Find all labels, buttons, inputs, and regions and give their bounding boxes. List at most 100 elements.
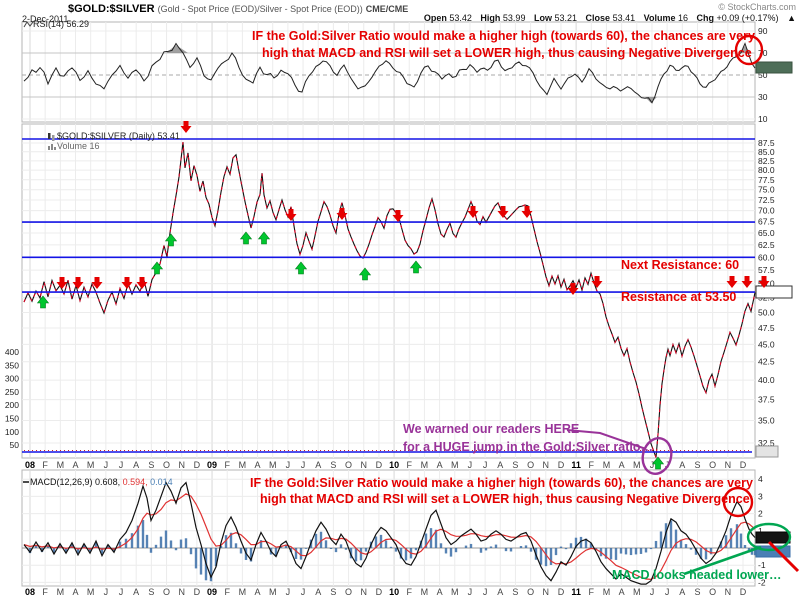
svg-text:M: M bbox=[269, 587, 277, 597]
svg-text:J: J bbox=[468, 587, 473, 597]
svg-text:45.0: 45.0 bbox=[758, 339, 775, 349]
svg-text:M: M bbox=[421, 460, 429, 470]
svg-text:67.5: 67.5 bbox=[758, 217, 775, 227]
quote-strip: Open 53.42 High 53.99 Low 53.21 Close 53… bbox=[424, 13, 796, 23]
svg-text:S: S bbox=[148, 460, 154, 470]
green-up-arrow bbox=[150, 261, 164, 275]
svg-text:A: A bbox=[679, 587, 685, 597]
svg-text:09: 09 bbox=[207, 587, 217, 597]
svg-text:37.5: 37.5 bbox=[758, 395, 775, 405]
svg-text:77.5: 77.5 bbox=[758, 175, 775, 185]
svg-text:A: A bbox=[437, 460, 443, 470]
red-down-arrow bbox=[72, 277, 84, 289]
svg-text:200: 200 bbox=[5, 400, 19, 410]
chg-label: Chg bbox=[696, 13, 715, 23]
svg-text:O: O bbox=[345, 460, 352, 470]
svg-text:A: A bbox=[133, 587, 139, 597]
svg-text:A: A bbox=[679, 460, 685, 470]
svg-text:4: 4 bbox=[758, 474, 763, 484]
svg-text:A: A bbox=[255, 460, 261, 470]
volume-value: 16 bbox=[677, 13, 688, 23]
svg-text:11: 11 bbox=[571, 460, 581, 470]
svg-text:10: 10 bbox=[389, 460, 399, 470]
svg-text:M: M bbox=[603, 587, 611, 597]
svg-text:M: M bbox=[603, 460, 611, 470]
svg-text:O: O bbox=[709, 587, 716, 597]
svg-text:50: 50 bbox=[10, 440, 20, 450]
svg-text:90: 90 bbox=[758, 26, 768, 36]
symbol-label: $GOLD:$SILVER bbox=[68, 3, 155, 15]
svg-text:D: D bbox=[740, 460, 747, 470]
svg-text:75.0: 75.0 bbox=[758, 185, 775, 195]
svg-text:A: A bbox=[315, 460, 321, 470]
top-divergence-note-line1: IF the Gold:Silver Ratio would make a hi… bbox=[252, 29, 755, 43]
svg-text:09: 09 bbox=[207, 460, 217, 470]
chg-value: +0.09 (+0.17%) bbox=[716, 13, 779, 23]
high-label: High bbox=[480, 13, 501, 23]
macd-value-red: 0.594, bbox=[122, 477, 148, 487]
svg-text:O: O bbox=[709, 460, 716, 470]
svg-text:F: F bbox=[407, 587, 413, 597]
svg-text:J: J bbox=[650, 460, 655, 470]
svg-text:J: J bbox=[483, 587, 488, 597]
page-title: $GOLD:$SILVER (Gold - Spot Price (EOD)/S… bbox=[68, 3, 408, 15]
svg-text:O: O bbox=[163, 460, 170, 470]
svg-text:350: 350 bbox=[5, 360, 19, 370]
svg-text:N: N bbox=[543, 460, 550, 470]
svg-text:J: J bbox=[104, 587, 109, 597]
svg-text:08: 08 bbox=[25, 460, 35, 470]
svg-text:F: F bbox=[224, 460, 230, 470]
low-label: Low bbox=[533, 13, 552, 23]
resistance-5350-note: Resistance at 53.50 bbox=[621, 290, 737, 304]
svg-text:M: M bbox=[239, 460, 247, 470]
svg-text:S: S bbox=[694, 587, 700, 597]
main-volume-label: Volume 16 bbox=[57, 141, 100, 151]
svg-text:M: M bbox=[451, 460, 459, 470]
svg-text:J: J bbox=[468, 460, 473, 470]
svg-text:F: F bbox=[407, 460, 413, 470]
svg-text:M: M bbox=[633, 460, 641, 470]
svg-text:J: J bbox=[119, 460, 124, 470]
svg-text:J: J bbox=[286, 587, 291, 597]
green-up-arrow bbox=[294, 261, 308, 275]
svg-text:O: O bbox=[163, 587, 170, 597]
volume-label: Volume bbox=[643, 13, 676, 23]
svg-text:A: A bbox=[73, 460, 79, 470]
svg-text:F: F bbox=[589, 460, 595, 470]
svg-text:O: O bbox=[527, 587, 534, 597]
svg-text:D: D bbox=[740, 587, 747, 597]
macd-headed-lower-note: MACD looks headed lower… bbox=[612, 568, 782, 582]
stockcharts-chart-page: 90 70 50 30 10 87.5 85.0 82.5 80.0 77.5 75.0 72.5 70… bbox=[0, 0, 800, 599]
exchange-label: CME/CME bbox=[365, 4, 409, 14]
svg-text:S: S bbox=[330, 587, 336, 597]
svg-text:D: D bbox=[194, 587, 201, 597]
svg-text:A: A bbox=[497, 460, 503, 470]
svg-text:S: S bbox=[512, 587, 518, 597]
svg-text:A: A bbox=[315, 587, 321, 597]
svg-text:250: 250 bbox=[5, 387, 19, 397]
svg-text:42.5: 42.5 bbox=[758, 357, 775, 367]
green-up-arrow bbox=[164, 233, 178, 247]
svg-text:D: D bbox=[558, 587, 565, 597]
svg-text:72.5: 72.5 bbox=[758, 195, 775, 205]
svg-text:M: M bbox=[633, 587, 641, 597]
svg-text:M: M bbox=[421, 587, 429, 597]
copyright-label: © StockCharts.com bbox=[718, 2, 796, 12]
svg-text:57.5: 57.5 bbox=[758, 265, 775, 275]
purple-warning-note-line1: We warned our readers HERE bbox=[403, 422, 580, 436]
svg-text:100: 100 bbox=[5, 427, 19, 437]
svg-text:N: N bbox=[178, 460, 185, 470]
svg-text:A: A bbox=[133, 460, 139, 470]
svg-text:M: M bbox=[87, 460, 95, 470]
close-label: Close bbox=[585, 13, 611, 23]
svg-text:M: M bbox=[451, 587, 459, 597]
green-up-arrow bbox=[409, 260, 423, 274]
axis-labels: 907050301087.585.082.580.077.575.072.570… bbox=[5, 26, 785, 597]
svg-text:N: N bbox=[725, 460, 732, 470]
svg-text:J: J bbox=[665, 587, 670, 597]
svg-text:D: D bbox=[194, 460, 201, 470]
resistance-60-note: Next Resistance: 60 bbox=[621, 258, 740, 272]
chg-direction-icon: ▲ bbox=[787, 13, 796, 23]
svg-text:150: 150 bbox=[5, 414, 19, 424]
main-panel-label: $GOLD:$SILVER (Daily) 53.41 bbox=[57, 131, 180, 141]
